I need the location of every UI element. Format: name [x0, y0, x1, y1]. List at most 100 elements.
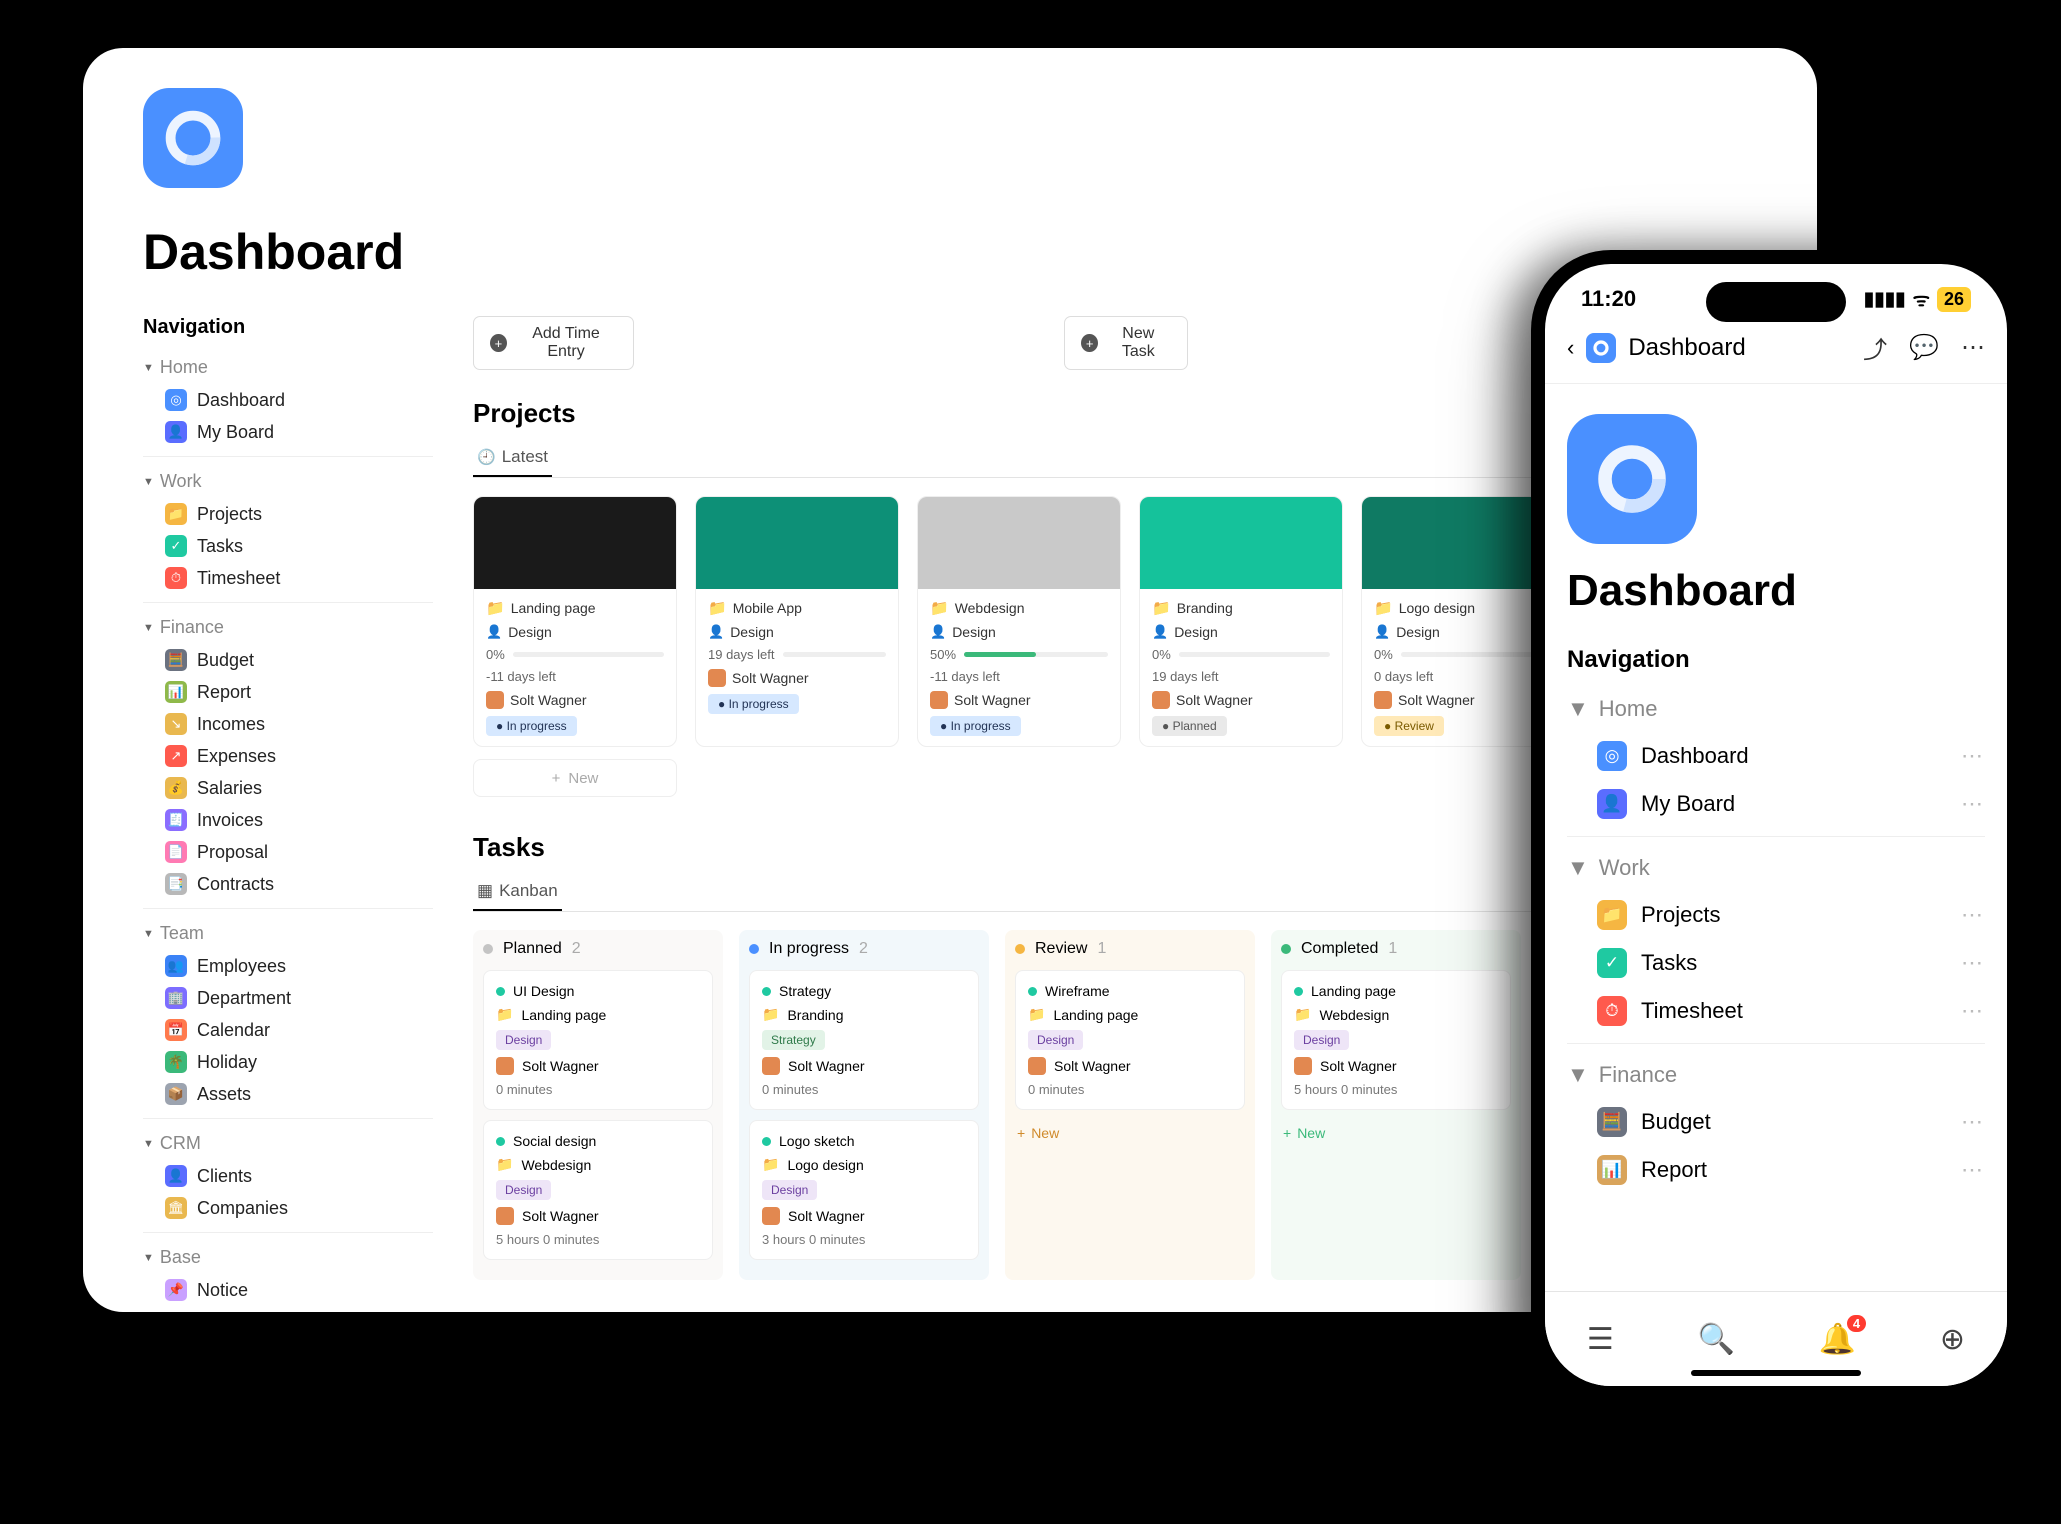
- comment-icon[interactable]: 💬: [1909, 333, 1939, 362]
- nav-item-holiday[interactable]: 🌴Holiday: [143, 1046, 433, 1078]
- status-badge: ● Review: [1374, 716, 1444, 736]
- nav-item-clients[interactable]: 👤Clients: [143, 1160, 433, 1192]
- task-card[interactable]: UI Design📁Landing pageDesignSolt Wagner0…: [483, 970, 713, 1110]
- tab-new-icon[interactable]: ⊕: [1940, 1322, 1965, 1357]
- progress-bar: [783, 652, 887, 657]
- share-icon[interactable]: ⤴︎: [1863, 330, 1887, 365]
- nav-item-projects[interactable]: 📁Projects: [143, 498, 433, 530]
- folder-icon: 📁: [1028, 1006, 1045, 1023]
- nav-item-icon: 📦: [165, 1083, 187, 1105]
- phone-nav-section-home[interactable]: ▼Home: [1567, 686, 1985, 732]
- nav-item-tasks[interactable]: ✓Tasks: [143, 530, 433, 562]
- nav-section-home[interactable]: ▼Home: [143, 351, 433, 384]
- avatar: [496, 1207, 514, 1225]
- task-time: 0 minutes: [1028, 1082, 1232, 1097]
- nav-section-base[interactable]: ▼Base: [143, 1241, 433, 1274]
- nav-item-dashboard[interactable]: ◎Dashboard: [143, 384, 433, 416]
- task-card[interactable]: Wireframe📁Landing pageDesignSolt Wagner0…: [1015, 970, 1245, 1110]
- item-more-icon[interactable]: ⋯: [1961, 902, 1985, 928]
- new-task-label: New Task: [1106, 325, 1171, 361]
- project-name: Logo design: [1399, 600, 1475, 616]
- phone-section-label: Home: [1599, 696, 1658, 722]
- phone-nav-item-budget[interactable]: 🧮Budget⋯: [1567, 1098, 1985, 1146]
- item-more-icon[interactable]: ⋯: [1961, 743, 1985, 769]
- nav-section-crm[interactable]: ▼CRM: [143, 1127, 433, 1160]
- nav-item-timesheet[interactable]: ⏱Timesheet: [143, 562, 433, 594]
- back-button[interactable]: ‹: [1567, 335, 1574, 361]
- phone-nav-section-finance[interactable]: ▼Finance: [1567, 1052, 1985, 1098]
- nav-item-employees[interactable]: 👥Employees: [143, 950, 433, 982]
- nav-item-companies[interactable]: 🏛Companies: [143, 1192, 433, 1224]
- phone-nav-item-timesheet[interactable]: ⏱Timesheet⋯: [1567, 987, 1985, 1035]
- item-more-icon[interactable]: ⋯: [1961, 1109, 1985, 1135]
- task-card[interactable]: Social design📁WebdesignDesignSolt Wagner…: [483, 1120, 713, 1260]
- new-card-label: New: [568, 770, 598, 787]
- project-card[interactable]: 📁Branding👤Design0%19 days leftSolt Wagne…: [1139, 496, 1343, 747]
- tab-latest[interactable]: 🕘Latest: [473, 439, 552, 477]
- folder-icon: 📁: [1294, 1006, 1311, 1023]
- kanban-icon: ▦: [477, 881, 493, 901]
- phone-nav-item-projects[interactable]: 📁Projects⋯: [1567, 891, 1985, 939]
- nav-item-salaries[interactable]: 💰Salaries: [143, 772, 433, 804]
- nav-item-department[interactable]: 🏢Department: [143, 982, 433, 1014]
- task-title: Logo sketch: [779, 1133, 855, 1149]
- column-name: Planned: [503, 940, 562, 958]
- nav-section-work[interactable]: ▼Work: [143, 465, 433, 498]
- nav-item-contracts[interactable]: 📑Contracts: [143, 868, 433, 900]
- avatar: [930, 691, 948, 709]
- task-title: Wireframe: [1045, 983, 1110, 999]
- nav-section-team[interactable]: ▼Team: [143, 917, 433, 950]
- add-task-button[interactable]: +New: [1281, 1120, 1511, 1146]
- tab-search-icon[interactable]: 🔍: [1698, 1322, 1735, 1357]
- project-deadline: 0 days left: [1374, 669, 1552, 684]
- nav-item-budget[interactable]: 🧮Budget: [143, 644, 433, 676]
- chevron-down-icon: ▼: [143, 1252, 154, 1264]
- nav-item-invoices[interactable]: 🧾Invoices: [143, 804, 433, 836]
- avatar: [762, 1207, 780, 1225]
- nav-item-notice[interactable]: 📌Notice: [143, 1274, 433, 1306]
- folder-icon: 📁: [930, 599, 949, 617]
- new-project-card[interactable]: +New: [473, 759, 677, 797]
- phone-nav-section-work[interactable]: ▼Work: [1567, 845, 1985, 891]
- kanban-column-in-progress: In progress2Strategy📁BrandingStrategySol…: [739, 930, 989, 1280]
- item-more-icon[interactable]: ⋯: [1961, 1157, 1985, 1183]
- item-more-icon[interactable]: ⋯: [1961, 791, 1985, 817]
- new-task-button[interactable]: +New Task: [1064, 316, 1187, 370]
- item-more-icon[interactable]: ⋯: [1961, 950, 1985, 976]
- tab-list-icon[interactable]: ☰: [1587, 1322, 1614, 1357]
- phone-nav-item-report[interactable]: 📊Report⋯: [1567, 1146, 1985, 1194]
- nav-item-icon: 🧾: [165, 809, 187, 831]
- task-card[interactable]: Logo sketch📁Logo designDesignSolt Wagner…: [749, 1120, 979, 1260]
- task-card[interactable]: Strategy📁BrandingStrategySolt Wagner0 mi…: [749, 970, 979, 1110]
- phone-nav-item-dashboard[interactable]: ◎Dashboard⋯: [1567, 732, 1985, 780]
- add-time-entry-button[interactable]: +Add Time Entry: [473, 316, 634, 370]
- nav-item-calendar[interactable]: 📅Calendar: [143, 1014, 433, 1046]
- task-card[interactable]: Landing page📁WebdesignDesignSolt Wagner5…: [1281, 970, 1511, 1110]
- nav-item-my-board[interactable]: 👤My Board: [143, 416, 433, 448]
- project-card[interactable]: 📁Landing page👤Design0%-11 days leftSolt …: [473, 496, 677, 747]
- task-tag: Design: [496, 1030, 551, 1050]
- nav-item-assets[interactable]: 📦Assets: [143, 1078, 433, 1110]
- project-card[interactable]: 📁Webdesign👤Design50%-11 days leftSolt Wa…: [917, 496, 1121, 747]
- item-more-icon[interactable]: ⋯: [1961, 998, 1985, 1024]
- nav-section-finance[interactable]: ▼Finance: [143, 611, 433, 644]
- nav-item-incomes[interactable]: ↘Incomes: [143, 708, 433, 740]
- status-badge: ● In progress: [486, 716, 577, 736]
- nav-item-icon: 📌: [165, 1279, 187, 1301]
- nav-item-report[interactable]: 📊Report: [143, 676, 433, 708]
- add-task-button[interactable]: +New: [1015, 1120, 1245, 1146]
- nav-item-expenses[interactable]: ↗Expenses: [143, 740, 433, 772]
- more-icon[interactable]: ⋯: [1961, 333, 1985, 362]
- divider: [1567, 1043, 1985, 1044]
- tab-kanban[interactable]: ▦Kanban: [473, 873, 562, 911]
- column-name: In progress: [769, 940, 849, 958]
- tab-notifications[interactable]: 🔔 4: [1819, 1322, 1856, 1357]
- project-card[interactable]: 📁Mobile App👤Design19 days leftSolt Wagne…: [695, 496, 899, 747]
- kanban-column-completed: Completed1Landing page📁WebdesignDesignSo…: [1271, 930, 1521, 1280]
- nav-item-proposal[interactable]: 📄Proposal: [143, 836, 433, 868]
- logo-swirl-icon: [1587, 434, 1677, 524]
- phone-nav-item-my-board[interactable]: 👤My Board⋯: [1567, 780, 1985, 828]
- status-badge: ● In progress: [930, 716, 1021, 736]
- phone-nav-item-tasks[interactable]: ✓Tasks⋯: [1567, 939, 1985, 987]
- folder-icon: 📁: [1152, 599, 1171, 617]
